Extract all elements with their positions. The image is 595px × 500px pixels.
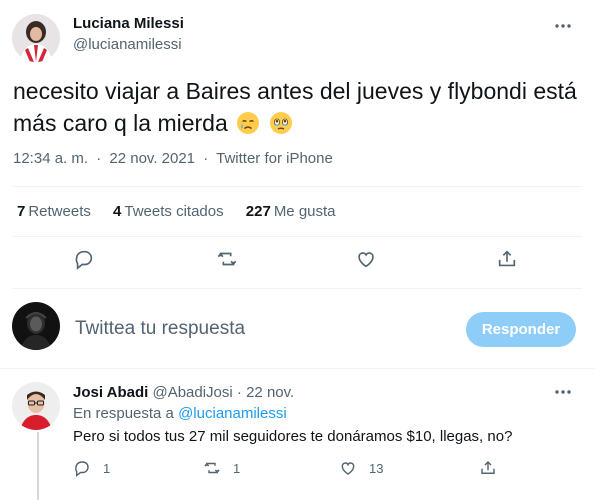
share-icon bbox=[481, 460, 495, 474]
replying-to-label: En respuesta a bbox=[73, 405, 174, 422]
reply-author-avatar[interactable] bbox=[12, 382, 60, 430]
reply-reply-action[interactable]: 1 bbox=[73, 458, 110, 478]
tweet-stats: 7 Retweets 4 Tweets citados 227 Me gusta bbox=[17, 203, 354, 220]
reply-date[interactable]: 22 nov. bbox=[246, 384, 294, 401]
tweet-source[interactable]: Twitter for iPhone bbox=[216, 150, 333, 167]
reply-icon bbox=[75, 461, 89, 477]
replying-to-mention[interactable]: @lucianamilessi bbox=[178, 405, 287, 422]
reply-reply-count: 1 bbox=[103, 460, 111, 476]
retweets-stat[interactable]: 7 Retweets bbox=[17, 203, 91, 220]
author-avatar[interactable] bbox=[12, 14, 60, 62]
reply-share-action[interactable] bbox=[479, 458, 497, 478]
reply-like-count: 13 bbox=[369, 460, 384, 476]
retweet-icon bbox=[204, 462, 220, 474]
tweet-actions bbox=[0, 248, 595, 274]
retweets-count: 7 bbox=[17, 203, 26, 220]
share-icon[interactable] bbox=[496, 248, 518, 270]
author-handle[interactable]: @lucianamilessi bbox=[73, 36, 182, 53]
reply-author-handle[interactable]: @AbadiJosi bbox=[152, 384, 232, 401]
quotes-stat[interactable]: 4 Tweets citados bbox=[113, 203, 224, 220]
reply-button[interactable]: Responder bbox=[466, 312, 576, 347]
reply-header: Josi Abadi @AbadiJosi · 22 nov. bbox=[73, 384, 294, 401]
author-name[interactable]: Luciana Milessi bbox=[73, 15, 184, 32]
likes-stat[interactable]: 227 Me gusta bbox=[246, 203, 336, 220]
reply-icon[interactable] bbox=[73, 248, 95, 270]
tweet-text: necesito viajar a Baires antes del jueve… bbox=[13, 75, 583, 139]
reply-retweet-action[interactable]: 1 bbox=[203, 458, 240, 478]
reply-actions: 1 1 13 bbox=[73, 458, 573, 478]
reply-like-action[interactable]: 13 bbox=[339, 458, 383, 478]
quotes-count: 4 bbox=[113, 203, 122, 220]
likes-count: 227 bbox=[245, 203, 271, 220]
reply-more-options-icon[interactable] bbox=[553, 382, 573, 402]
tweet-date[interactable]: 22 nov. 2021 bbox=[109, 150, 195, 167]
like-icon bbox=[341, 462, 355, 475]
crying-face-emoji-icon bbox=[236, 111, 260, 135]
replying-to: En respuesta a @lucianamilessi bbox=[73, 405, 287, 422]
face-holding-back-tears-emoji-icon bbox=[269, 111, 293, 135]
meta-separator: · bbox=[96, 150, 102, 167]
main-tweet: Luciana Milessi @lucianamilessi necesito… bbox=[0, 0, 595, 300]
likes-label: Me gusta bbox=[273, 203, 336, 220]
reply-author-name[interactable]: Josi Abadi bbox=[73, 384, 148, 401]
reply-separator: · bbox=[236, 384, 242, 401]
reply-composer: Twittea tu respuesta Responder bbox=[0, 296, 595, 362]
reply-input[interactable]: Twittea tu respuesta bbox=[75, 318, 245, 340]
more-options-icon[interactable] bbox=[553, 16, 573, 36]
tweet-meta: 12:34 a. m. · 22 nov. 2021 · Twitter for… bbox=[13, 150, 333, 167]
divider bbox=[13, 186, 582, 187]
divider bbox=[13, 236, 582, 237]
quotes-label: Tweets citados bbox=[124, 203, 224, 220]
thread-line bbox=[37, 432, 39, 500]
like-icon[interactable] bbox=[355, 248, 377, 270]
user-avatar[interactable] bbox=[12, 302, 60, 350]
divider bbox=[13, 288, 582, 289]
reply-retweet-count: 1 bbox=[233, 460, 241, 476]
tweet-body: necesito viajar a Baires antes del jueve… bbox=[13, 78, 577, 136]
retweet-icon[interactable] bbox=[216, 248, 238, 270]
meta-separator: · bbox=[203, 150, 209, 167]
reply-text: Pero si todos tus 27 mil seguidores te d… bbox=[73, 428, 513, 445]
tweet-time[interactable]: 12:34 a. m. bbox=[13, 150, 88, 167]
retweets-label: Retweets bbox=[28, 203, 91, 220]
